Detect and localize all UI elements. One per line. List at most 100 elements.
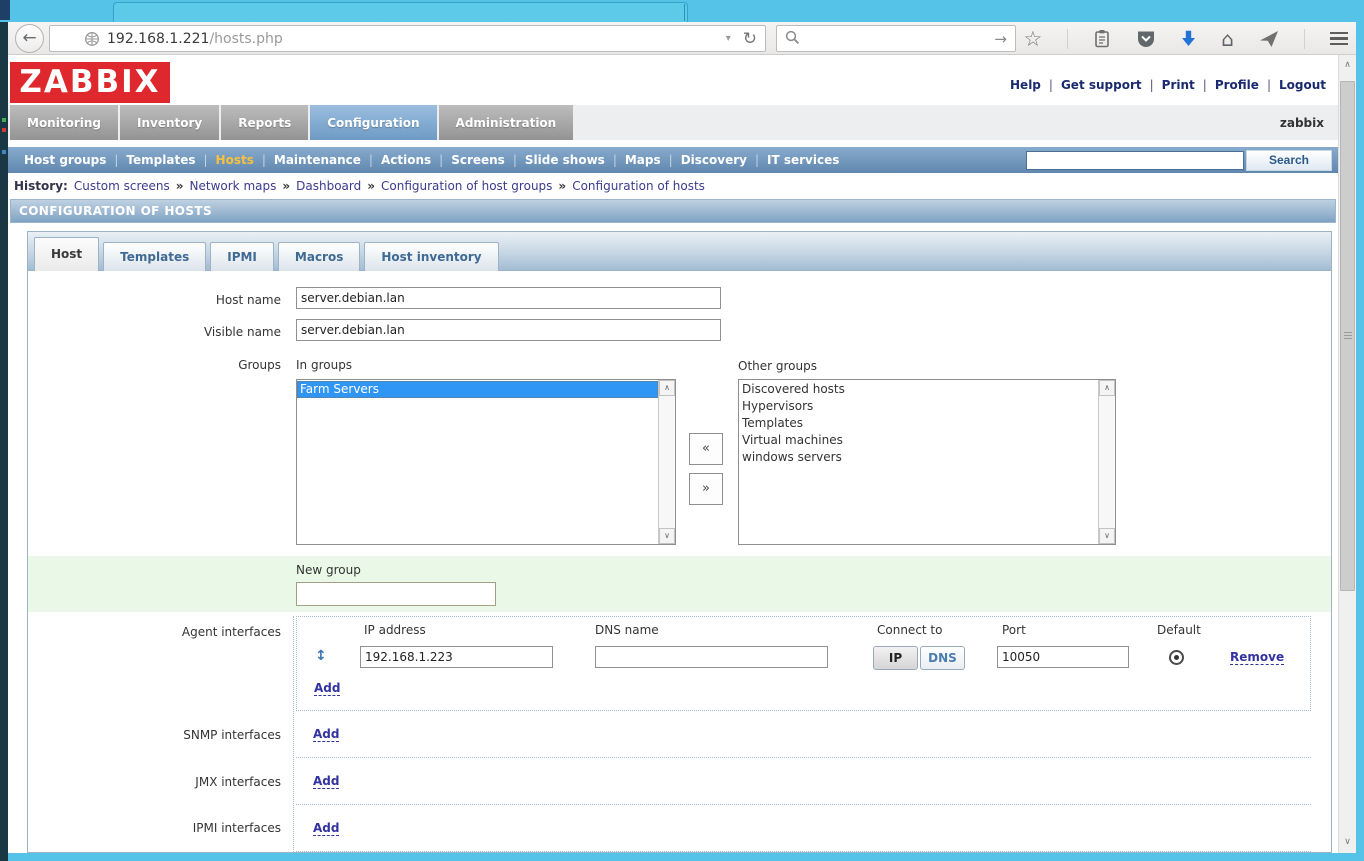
host-name-input[interactable] bbox=[296, 287, 721, 309]
subnav-screens[interactable]: Screens bbox=[451, 153, 505, 167]
page-title: CONFIGURATION OF HOSTS bbox=[10, 199, 1336, 223]
in-groups-label: In groups bbox=[296, 358, 352, 372]
url-bar[interactable]: 192.168.1.221/hosts.php ▾ ↻ bbox=[49, 25, 766, 52]
nav-administration[interactable]: Administration bbox=[439, 105, 574, 140]
bookmark-star-icon[interactable]: ☆ bbox=[1023, 29, 1042, 49]
connect-dns-button[interactable]: DNS bbox=[920, 646, 965, 670]
host-name-label: Host name bbox=[28, 293, 281, 307]
subnav-maps[interactable]: Maps bbox=[625, 153, 661, 167]
agent-port-input[interactable] bbox=[997, 646, 1129, 668]
print-link[interactable]: Print bbox=[1162, 78, 1195, 92]
list-item-hypervisors[interactable]: Hypervisors bbox=[739, 398, 1098, 415]
nav-monitoring[interactable]: Monitoring bbox=[10, 105, 118, 140]
agent-add-link[interactable]: Add bbox=[314, 681, 340, 696]
default-radio-selected[interactable] bbox=[1169, 650, 1184, 665]
scroll-down-icon[interactable]: ∨ bbox=[1339, 834, 1356, 851]
reload-icon[interactable]: ↻ bbox=[743, 29, 757, 49]
clipboard-icon[interactable] bbox=[1093, 29, 1111, 48]
scroll-up-icon[interactable]: ∧ bbox=[1339, 57, 1356, 74]
subnav-templates[interactable]: Templates bbox=[126, 153, 195, 167]
history-network-maps[interactable]: Network maps bbox=[190, 179, 277, 193]
drag-handle-icon[interactable]: ↕ bbox=[315, 648, 327, 664]
chevron-up-icon[interactable]: ∧ bbox=[659, 380, 675, 396]
other-groups-scrollbar[interactable]: ∧ ∨ bbox=[1098, 380, 1115, 544]
top-links: Help | Get support | Print | Profile | L… bbox=[1010, 78, 1326, 92]
zabbix-search-button[interactable]: Search bbox=[1246, 150, 1332, 171]
logout-link[interactable]: Logout bbox=[1279, 78, 1326, 92]
top-link-separator: | bbox=[1049, 78, 1053, 92]
other-groups-listbox[interactable]: Discovered hosts Hypervisors Templates V… bbox=[738, 379, 1116, 545]
tab-ipmi[interactable]: IPMI bbox=[210, 242, 274, 271]
subnav-maintenance[interactable]: Maintenance bbox=[274, 153, 361, 167]
home-icon[interactable]: ⌂ bbox=[1221, 27, 1234, 51]
nav-gap bbox=[8, 140, 1338, 147]
subnav-discovery[interactable]: Discovery bbox=[681, 153, 747, 167]
visible-name-input[interactable] bbox=[296, 319, 721, 341]
subnav-it-services[interactable]: IT services bbox=[767, 153, 839, 167]
subnav-actions[interactable]: Actions bbox=[381, 153, 431, 167]
zabbix-search-input[interactable] bbox=[1026, 151, 1244, 170]
agent-ip-input[interactable] bbox=[360, 646, 553, 668]
desktop-edge-sliver bbox=[0, 22, 8, 861]
port-column-label: Port bbox=[1002, 623, 1026, 637]
list-item-windows-servers[interactable]: windows servers bbox=[739, 449, 1098, 466]
tab-templates[interactable]: Templates bbox=[103, 242, 206, 271]
menu-hamburger-icon[interactable] bbox=[1330, 32, 1348, 46]
list-item-virtual-machines[interactable]: Virtual machines bbox=[739, 432, 1098, 449]
browser-search-bar[interactable]: → bbox=[776, 25, 1016, 52]
nav-reports[interactable]: Reports bbox=[221, 105, 308, 140]
send-plane-icon[interactable] bbox=[1259, 30, 1279, 48]
tab-macros[interactable]: Macros bbox=[278, 242, 360, 271]
search-go-icon[interactable]: → bbox=[994, 30, 1007, 48]
browser-search-input[interactable] bbox=[806, 31, 994, 46]
url-host: 192.168.1.221 bbox=[107, 31, 209, 47]
tab-host[interactable]: Host bbox=[34, 237, 99, 271]
list-item-templates[interactable]: Templates bbox=[739, 415, 1098, 432]
browser-toolbar: ← 192.168.1.221/hosts.php ▾ ↻ → ☆ bbox=[8, 22, 1356, 55]
get-support-link[interactable]: Get support bbox=[1061, 78, 1142, 92]
ipmi-add-link[interactable]: Add bbox=[313, 821, 339, 836]
back-button[interactable]: ← bbox=[15, 24, 44, 53]
browser-tab-shape[interactable] bbox=[113, 2, 688, 22]
browser-scrollbar[interactable]: ∧ ∨ bbox=[1338, 55, 1356, 853]
history-custom-screens[interactable]: Custom screens bbox=[74, 179, 170, 193]
snmp-add-link[interactable]: Add bbox=[313, 727, 339, 742]
top-link-separator: | bbox=[1150, 78, 1154, 92]
agent-remove-link[interactable]: Remove bbox=[1230, 650, 1284, 665]
move-left-button[interactable]: « bbox=[689, 433, 723, 465]
agent-dns-input[interactable] bbox=[595, 646, 828, 668]
new-group-input[interactable] bbox=[296, 582, 496, 606]
in-groups-scrollbar[interactable]: ∧ ∨ bbox=[658, 380, 675, 544]
history-label: History: bbox=[14, 179, 68, 193]
nav-inventory[interactable]: Inventory bbox=[120, 105, 219, 140]
list-item-farm-servers[interactable]: Farm Servers bbox=[297, 381, 658, 398]
chevron-up-icon[interactable]: ∧ bbox=[1099, 380, 1115, 396]
sub-nav: Host groups | Templates | Hosts | Mainte… bbox=[8, 147, 1338, 173]
subnav-slide-shows[interactable]: Slide shows bbox=[525, 153, 605, 167]
pocket-icon[interactable] bbox=[1136, 30, 1156, 48]
connect-ip-button[interactable]: IP bbox=[873, 646, 918, 670]
subnav-host-groups[interactable]: Host groups bbox=[24, 153, 106, 167]
profile-link[interactable]: Profile bbox=[1215, 78, 1259, 92]
chevron-down-icon[interactable]: ∨ bbox=[659, 528, 675, 544]
list-item-discovered-hosts[interactable]: Discovered hosts bbox=[739, 381, 1098, 398]
scrollbar-thumb[interactable] bbox=[1340, 81, 1355, 591]
history-config-hosts[interactable]: Configuration of hosts bbox=[572, 179, 705, 193]
tab-host-inventory[interactable]: Host inventory bbox=[364, 242, 498, 271]
help-link[interactable]: Help bbox=[1010, 78, 1041, 92]
subnav-separator: | bbox=[114, 153, 118, 167]
nav-configuration[interactable]: Configuration bbox=[310, 105, 436, 140]
subnav-hosts[interactable]: Hosts bbox=[216, 153, 254, 167]
history-separator: » bbox=[558, 179, 566, 193]
history-config-host-groups[interactable]: Configuration of host groups bbox=[381, 179, 552, 193]
chevron-down-icon[interactable]: ∨ bbox=[1099, 528, 1115, 544]
new-group-label: New group bbox=[296, 563, 361, 577]
url-dropdown-icon[interactable]: ▾ bbox=[726, 33, 731, 44]
history-separator: » bbox=[367, 179, 375, 193]
toolbar-divider bbox=[1067, 29, 1068, 49]
move-right-button[interactable]: » bbox=[689, 473, 723, 505]
jmx-add-link[interactable]: Add bbox=[313, 774, 339, 789]
in-groups-listbox[interactable]: Farm Servers ∧ ∨ bbox=[296, 379, 676, 545]
history-dashboard[interactable]: Dashboard bbox=[296, 179, 361, 193]
download-icon[interactable] bbox=[1181, 30, 1196, 47]
